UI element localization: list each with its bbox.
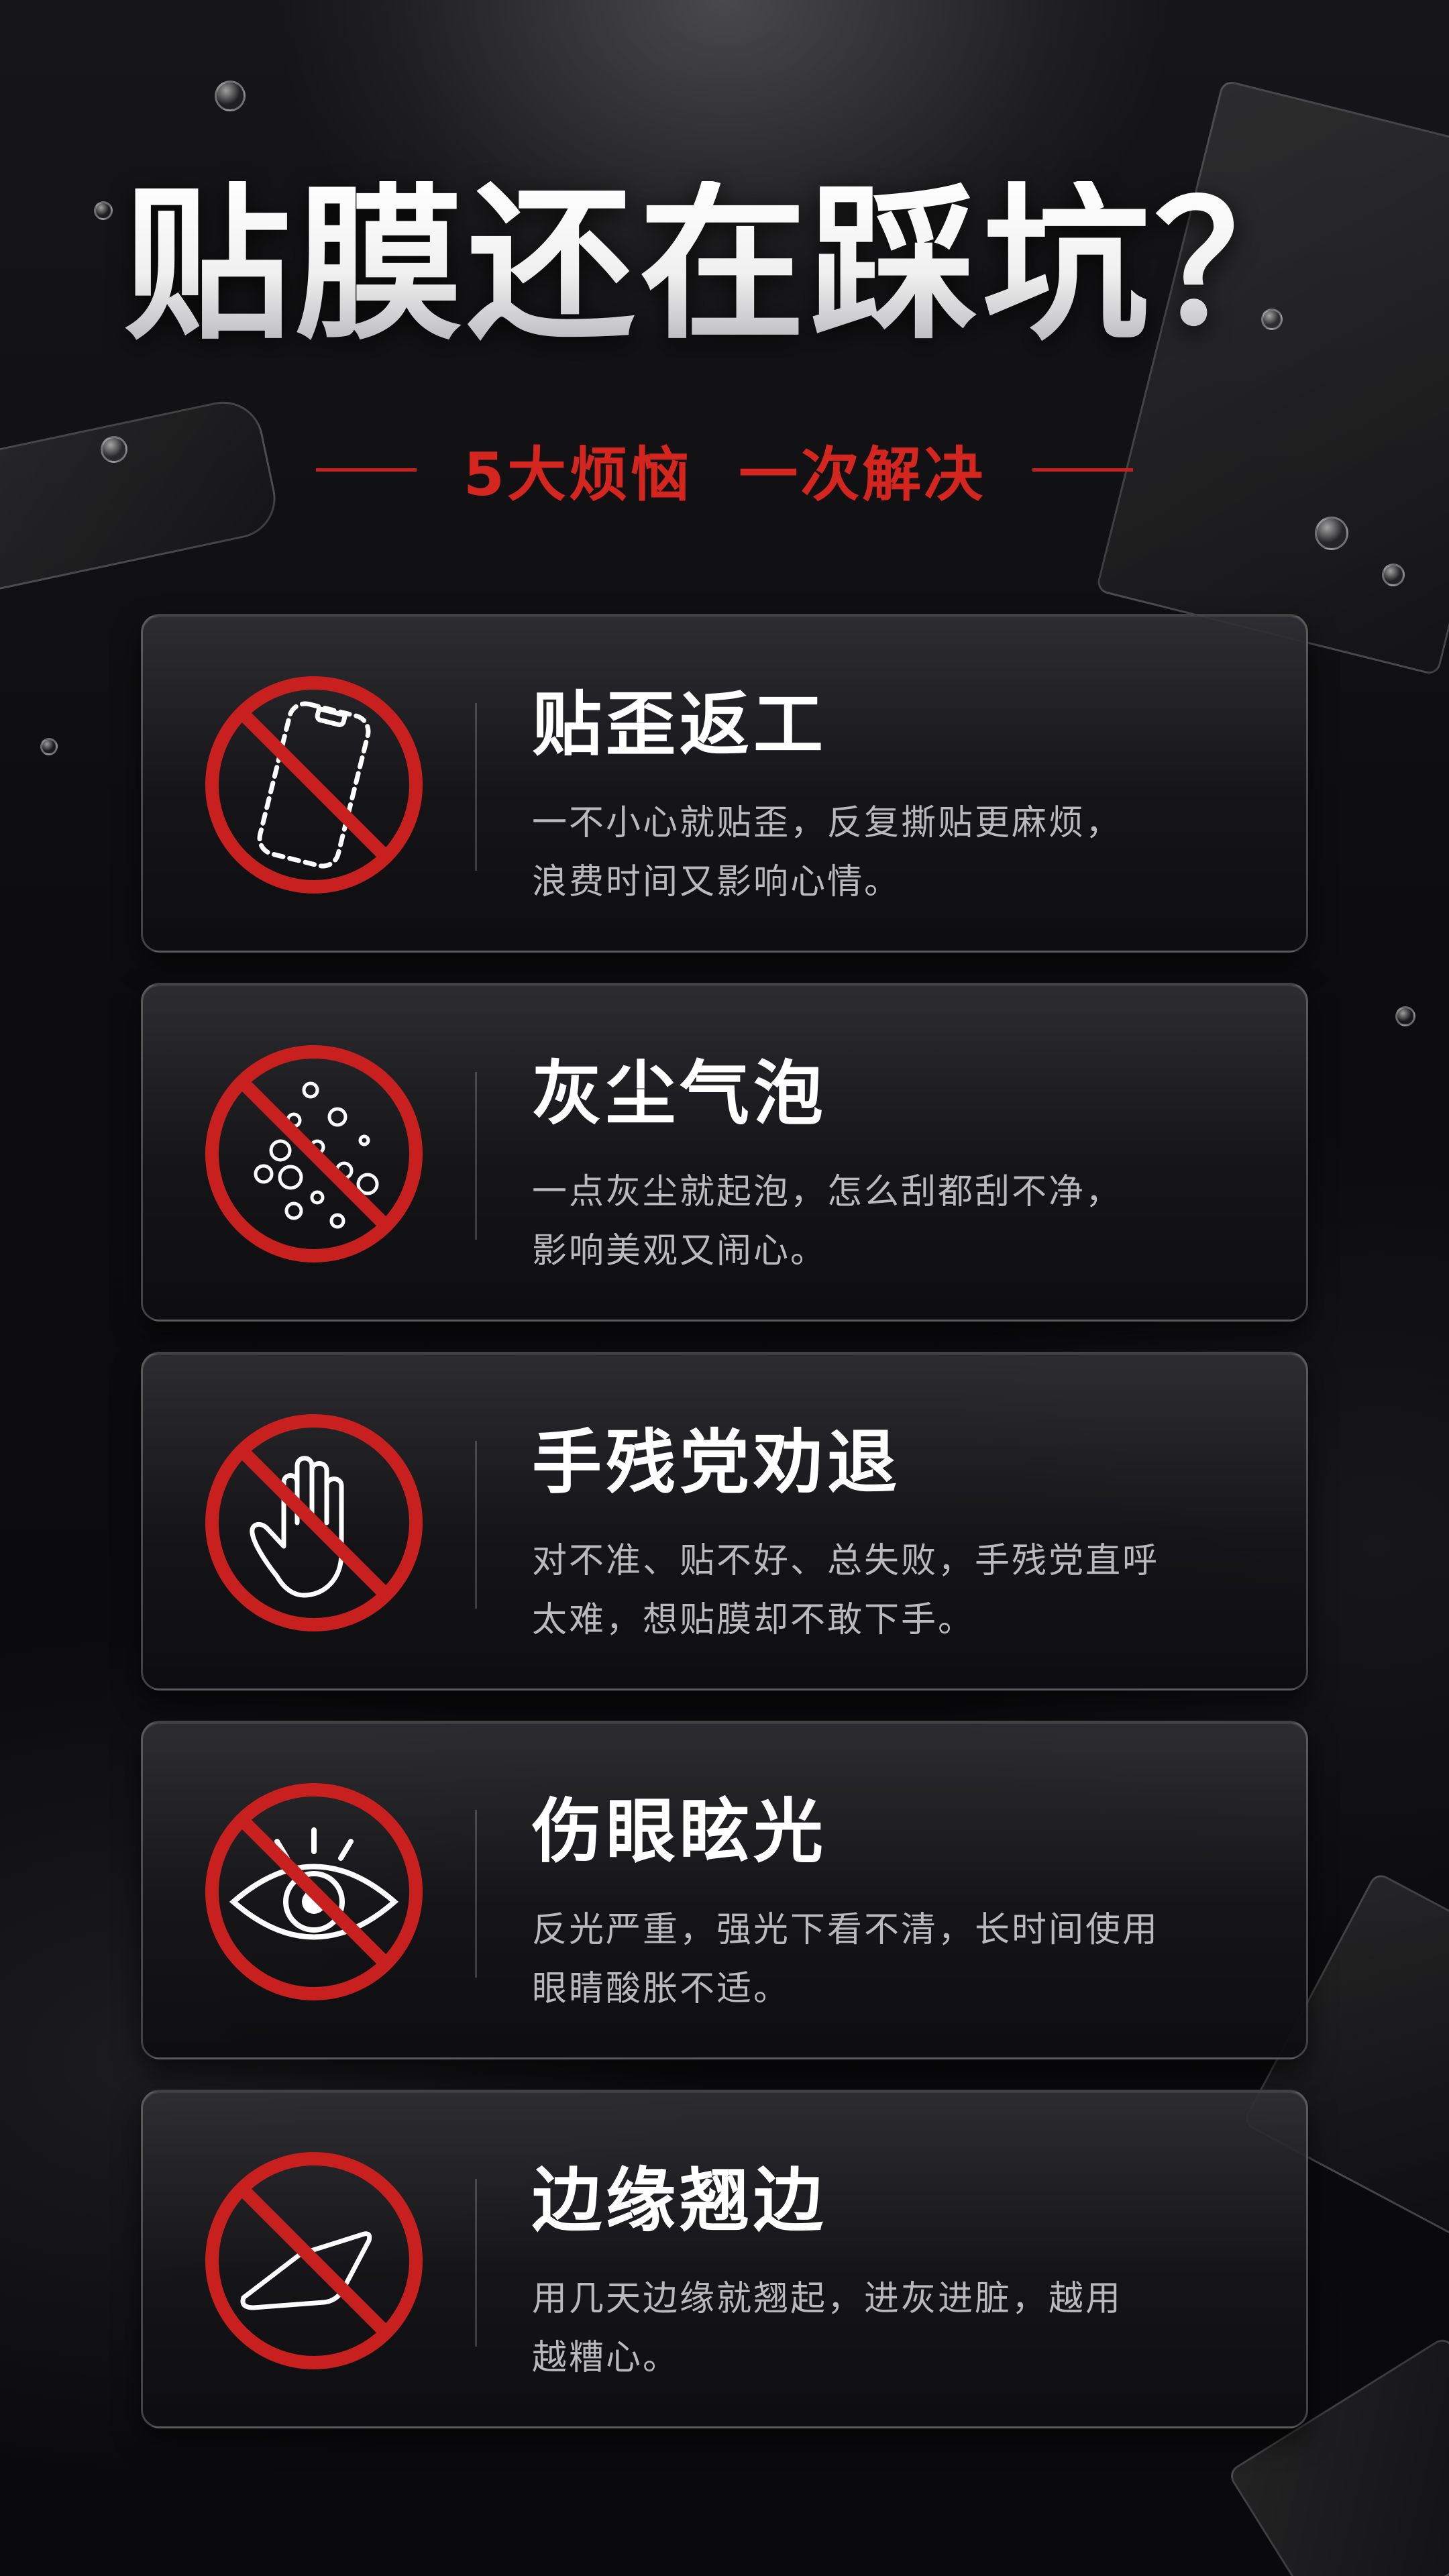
- card-description: 反光严重，强光下看不清，长时间使用 眼睛酸胀不适。: [532, 1900, 1256, 2019]
- card-divider: [475, 1072, 477, 1240]
- tilted-phone-icon: [200, 671, 428, 899]
- card-divider: [475, 703, 477, 871]
- pain-point-card: 灰尘气泡 一点灰尘就起泡，怎么刮都刮不净， 影响美观又闹心。: [141, 983, 1308, 1322]
- subtitle-row: 5大烦恼 一次解决: [0, 429, 1449, 510]
- card-description-line: 越糟心。: [532, 2338, 680, 2378]
- water-drop-decoration: [1315, 517, 1348, 550]
- card-description: 对不准、贴不好、总失败，手残党直呼 太难，想贴膜却不敢下手。: [532, 1532, 1256, 1650]
- card-description: 用几天边缘就翘起，进灰进脏，越用 越糟心。: [532, 2269, 1256, 2387]
- card-description-line: 用几天边缘就翘起，进灰进脏，越用: [532, 2279, 1123, 2319]
- subtitle-right-line: [1032, 468, 1134, 472]
- page-subtitle: 5大烦恼 一次解决: [463, 439, 986, 509]
- pain-point-card: 贴歪返工 一不小心就贴歪，反复撕贴更麻烦， 浪费时间又影响心情。: [141, 614, 1308, 953]
- subtitle-left-line: [315, 468, 417, 472]
- card-description-line: 浪费时间又影响心情。: [532, 862, 902, 902]
- water-drop-decoration: [1382, 564, 1405, 586]
- card-title: 手残党劝退: [532, 1421, 902, 1503]
- card-title: 边缘翘边: [532, 2159, 828, 2241]
- card-divider: [475, 1810, 477, 1978]
- card-description-line: 眼睛酸胀不适。: [532, 1969, 791, 2009]
- eye-glare-icon: [200, 1778, 428, 2006]
- poster: 贴膜还在踩坑？ 5大烦恼 一次解决 贴歪返工 一不小心就贴歪，反复撕贴更麻烦， …: [0, 0, 1449, 2576]
- card-description: 一不小心就贴歪，反复撕贴更麻烦， 浪费时间又影响心情。: [532, 794, 1256, 912]
- water-drop-decoration: [40, 738, 58, 755]
- pain-point-card: 手残党劝退 对不准、贴不好、总失败，手残党直呼 太难，想贴膜却不敢下手。: [141, 1352, 1308, 1690]
- page-title: 贴膜还在踩坑？: [0, 181, 1449, 349]
- water-drop-decoration: [215, 80, 246, 111]
- pain-point-card: 伤眼眩光 反光严重，强光下看不清，长时间使用 眼睛酸胀不适。: [141, 1721, 1308, 2059]
- card-description-line: 反光严重，强光下看不清，长时间使用: [532, 1910, 1160, 1950]
- card-title: 贴歪返工: [532, 684, 828, 765]
- card-title: 伤眼眩光: [532, 1790, 828, 1872]
- card-divider: [475, 1441, 477, 1609]
- card-description-line: 一不小心就贴歪，反复撕贴更麻烦，: [532, 803, 1123, 843]
- hand-icon: [200, 1409, 428, 1637]
- card-description: 一点灰尘就起泡，怎么刮都刮不净， 影响美观又闹心。: [532, 1163, 1256, 1281]
- curled-edge-icon: [200, 2147, 428, 2375]
- card-description-line: 一点灰尘就起泡，怎么刮都刮不净，: [532, 1172, 1123, 1212]
- card-title: 灰尘气泡: [532, 1053, 828, 1134]
- card-divider: [475, 2179, 477, 2347]
- pain-point-card: 边缘翘边 用几天边缘就翘起，进灰进脏，越用 越糟心。: [141, 2090, 1308, 2428]
- card-description-line: 对不准、贴不好、总失败，手残党直呼: [532, 1541, 1160, 1581]
- card-description-line: 太难，想贴膜却不敢下手。: [532, 1600, 975, 1640]
- water-drop-decoration: [1395, 1006, 1415, 1026]
- dust-bubbles-icon: [200, 1040, 428, 1268]
- card-description-line: 影响美观又闹心。: [532, 1231, 828, 1271]
